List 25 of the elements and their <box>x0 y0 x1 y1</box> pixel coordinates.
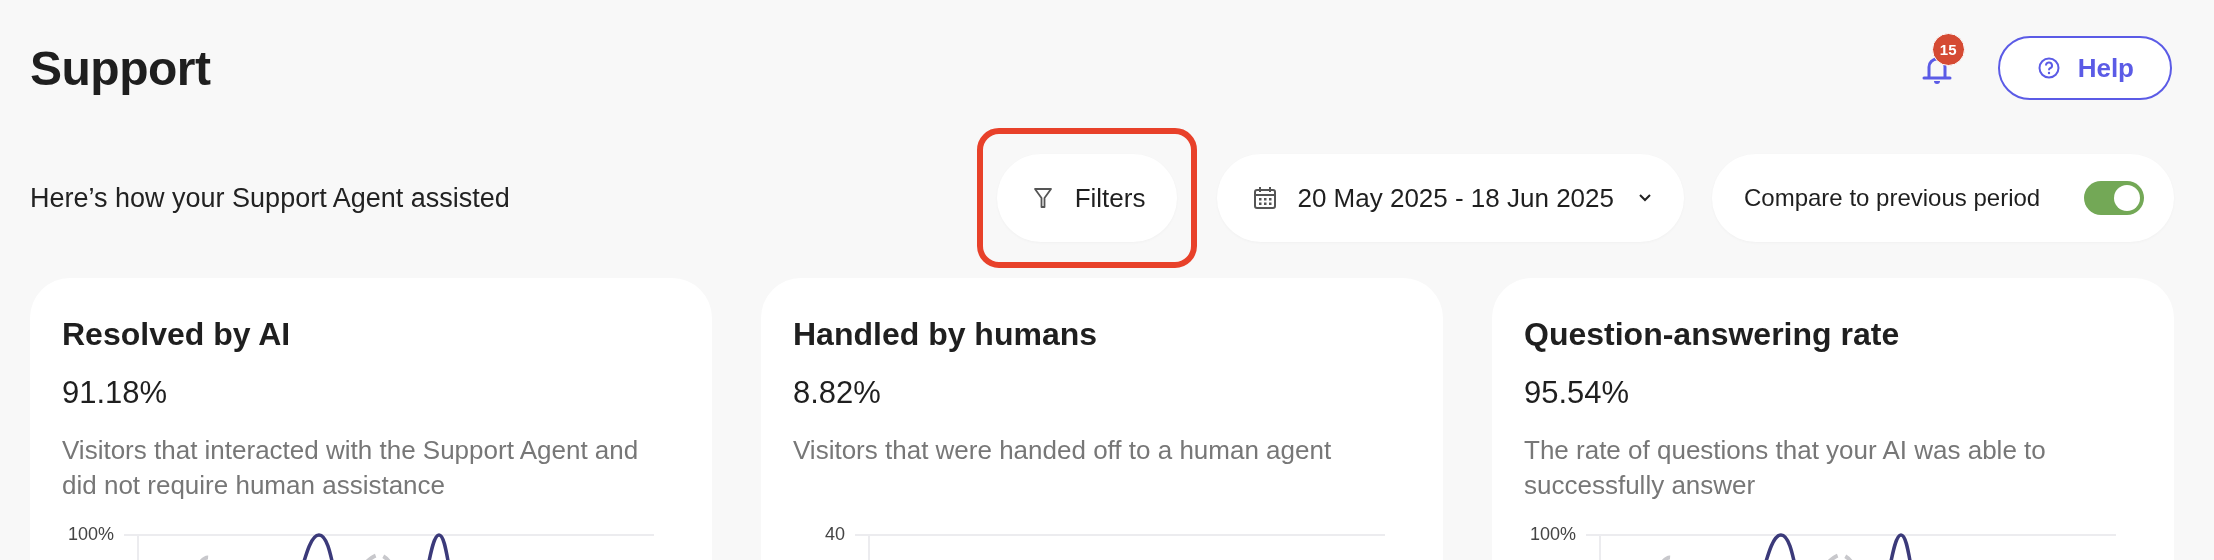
metric-value: 91.18% <box>62 375 169 411</box>
help-button[interactable]: Help <box>1997 36 2172 100</box>
card-title: Handled by humans <box>793 316 1099 353</box>
filter-icon <box>1032 187 1053 209</box>
axis-label: 100% <box>66 525 114 543</box>
notification-badge: 15 <box>1931 33 1965 66</box>
metric-value: 8.82% <box>793 375 882 411</box>
filters-button[interactable]: Filters <box>996 154 1178 242</box>
date-range-dropdown[interactable]: 20 May 2025 - 18 Jun 2025 <box>1217 154 1684 242</box>
page-title: Support <box>30 40 211 96</box>
axis-label: 100% <box>1528 525 1576 543</box>
page-subtitle: Here’s how your Support Agent assisted <box>30 182 510 214</box>
card-title: Question-answering rate <box>1524 316 1901 353</box>
compare-toggle[interactable] <box>2084 181 2144 215</box>
chevron-down-icon <box>1638 193 1652 203</box>
bell-icon <box>1921 55 1952 87</box>
compare-label: Compare to previous period <box>1744 184 2041 212</box>
card-title: Resolved by AI <box>62 316 292 353</box>
calendar-icon <box>1253 186 1278 210</box>
metric-value: 95.54% <box>1524 375 1631 411</box>
axis-label: 40 <box>823 525 845 543</box>
metric-description: The rate of questions that your AI was able to successfully answer <box>1524 434 2047 502</box>
metric-description: Visitors that interacted with the Support Agent and did not require human assistance <box>62 434 640 502</box>
metric-description: Visitors that were handed off to a human agent <box>793 434 1333 467</box>
question-icon <box>2037 57 2060 79</box>
